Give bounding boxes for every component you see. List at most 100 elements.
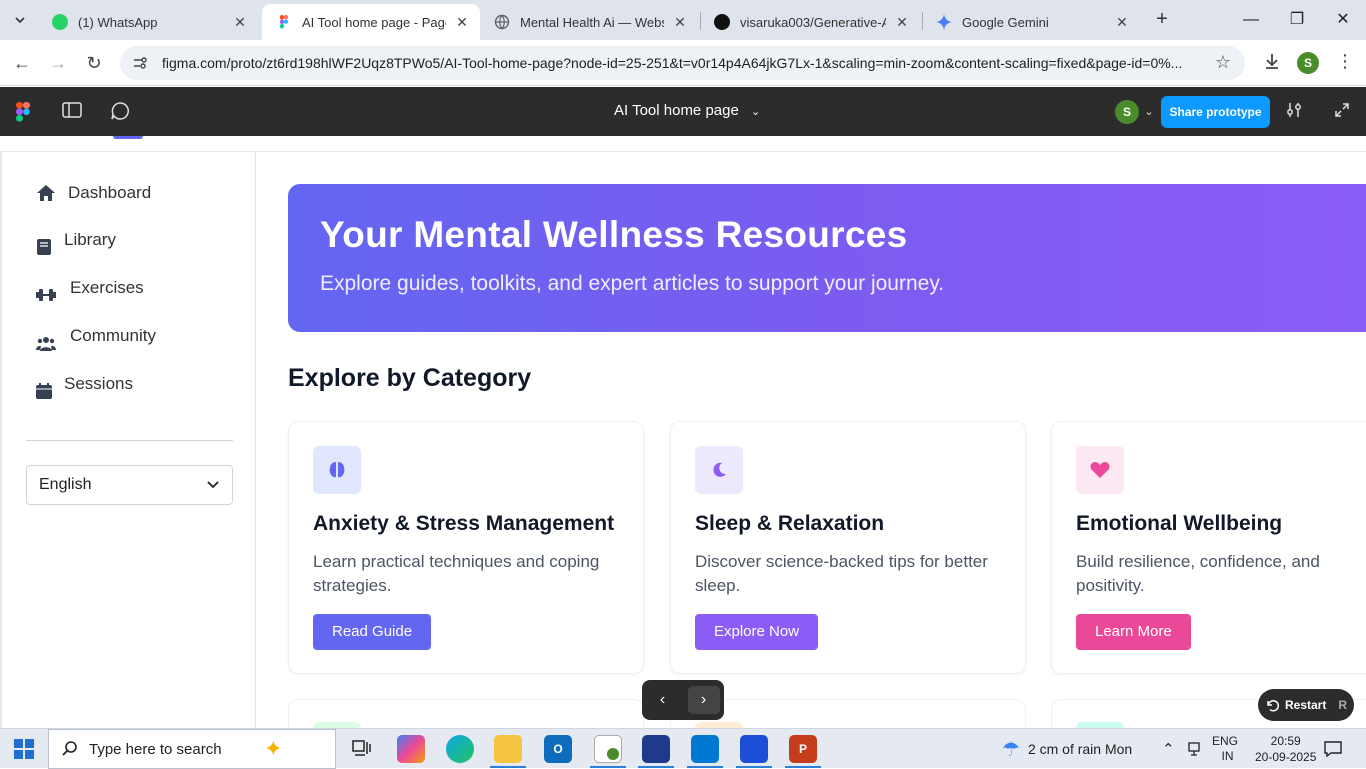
card-description: Build resilience, confidence, and positi… <box>1076 552 1320 595</box>
previous-frame-button[interactable]: ‹ <box>647 686 679 714</box>
restart-button[interactable]: Restart R <box>1258 689 1354 721</box>
download-icon[interactable] <box>1262 51 1282 76</box>
powerpoint-icon[interactable]: P <box>789 735 817 763</box>
sidebar-item-library[interactable]: Library <box>36 223 116 257</box>
sidebar-item-sessions[interactable]: Sessions <box>36 367 133 401</box>
sidebar-item-dashboard[interactable]: Dashboard <box>36 183 151 203</box>
category-card-anxiety: Anxiety & Stress Management Learn practi… <box>288 421 644 674</box>
prototype-canvas: Dashboard Library Exercises Community Se… <box>0 136 1366 728</box>
gemini-icon <box>936 14 952 30</box>
users-icon <box>36 333 56 353</box>
file-explorer-icon[interactable] <box>494 735 522 763</box>
figma-toolbar: AI Tool home page ⌄ S ⌄ Share prototype <box>0 87 1366 136</box>
close-icon[interactable]: ✕ <box>454 14 470 31</box>
fullscreen-icon[interactable] <box>1331 101 1353 123</box>
restore-button[interactable]: ❐ <box>1274 6 1320 34</box>
address-bar-row: ← → ↻ figma.com/proto/zt6rd198hlWF2Uqz8T… <box>0 40 1366 86</box>
input-language[interactable]: ENG IN <box>1212 729 1238 769</box>
browser-tab-figma[interactable]: AI Tool home page - Page 1 ✕ <box>262 4 480 40</box>
read-guide-button[interactable]: Read Guide <box>313 614 432 650</box>
search-highlight-icon: ✦ <box>264 736 283 761</box>
sidebar-item-label: Sessions <box>64 374 133 393</box>
remote-desktop-icon[interactable] <box>691 735 719 763</box>
chevron-down-icon <box>207 481 219 489</box>
windows-start-icon[interactable] <box>14 739 34 759</box>
notification-icon[interactable] <box>1324 729 1342 769</box>
sidebar-item-community[interactable]: Community <box>36 319 156 353</box>
next-frame-button[interactable]: › <box>687 686 720 714</box>
language-select-value: English <box>39 476 92 493</box>
task-view-icon[interactable] <box>348 735 376 763</box>
whatsapp-icon <box>52 14 68 30</box>
sidebar-item-exercises[interactable]: Exercises <box>36 271 144 305</box>
site-settings-icon[interactable] <box>132 55 148 71</box>
search-placeholder: Type here to search <box>89 740 222 758</box>
explore-now-button[interactable]: Explore Now <box>695 614 819 650</box>
profile-avatar[interactable]: S <box>1297 52 1319 74</box>
sidebar-item-label: Library <box>64 230 116 249</box>
language-select[interactable]: English <box>26 465 233 505</box>
search-icon <box>62 741 77 756</box>
book-icon <box>36 237 52 257</box>
tab-title: visaruka003/Generative-AI-f <box>740 14 886 30</box>
window-close-button[interactable]: ✕ <box>1320 6 1366 34</box>
category-card-sleep: Sleep & Relaxation Discover science-back… <box>670 421 1026 674</box>
calendar-icon <box>36 381 52 401</box>
clock[interactable]: 20:59 20-09-2025 <box>1255 729 1316 769</box>
minimize-button[interactable]: — <box>1228 6 1274 34</box>
browser-tab-github[interactable]: visaruka003/Generative-AI-f ✕ <box>700 4 920 40</box>
hp-app-icon[interactable] <box>642 735 670 763</box>
user-avatar[interactable]: S <box>1115 100 1139 124</box>
outlook-icon[interactable]: O <box>544 735 572 763</box>
card-description: Discover science-backed tips for better … <box>695 552 988 595</box>
browser-menu-icon[interactable]: ⋮ <box>1336 51 1354 72</box>
show-hidden-icons-chevron[interactable]: ⌃ <box>1162 729 1175 769</box>
prototype-title-dropdown[interactable]: AI Tool home page ⌄ <box>614 102 760 119</box>
new-tab-button[interactable]: + <box>1150 8 1174 32</box>
learn-more-button[interactable]: Learn More <box>1076 614 1191 650</box>
windows-taskbar: Type here to search ✦ O P ☂ 2 cm of rain… <box>0 728 1366 769</box>
prototype-title: AI Tool home page <box>614 102 739 119</box>
close-icon[interactable]: ✕ <box>232 14 248 31</box>
weather-widget[interactable]: ☂ 2 cm of rain Mon <box>1002 729 1132 769</box>
sidebar-toggle-icon[interactable] <box>61 101 83 123</box>
comment-icon[interactable] <box>109 101 131 123</box>
browser-tab-strip: (1) WhatsApp ✕ AI Tool home page - Page … <box>0 0 1366 40</box>
heart-icon <box>1076 446 1124 494</box>
tab-search-chevron-icon[interactable] <box>8 8 32 32</box>
taskbar-search-box[interactable]: Type here to search ✦ <box>48 729 336 769</box>
clock-time: 20:59 <box>1270 734 1301 748</box>
chevron-down-icon[interactable]: ⌄ <box>1138 101 1160 123</box>
restart-shortcut: R <box>1338 698 1348 712</box>
prototype-pager: ‹ › <box>642 680 724 720</box>
moon-icon <box>695 446 743 494</box>
figma-logo-icon[interactable] <box>16 102 30 122</box>
sidebar-item-label: Dashboard <box>68 183 152 202</box>
category-card-partial <box>288 699 644 728</box>
forward-button[interactable]: → <box>46 51 70 75</box>
hero-title: Your Mental Wellness Resources <box>320 214 908 255</box>
browser-tab-mental-health[interactable]: Mental Health Ai — Website ✕ <box>480 4 698 40</box>
close-icon[interactable]: ✕ <box>1114 14 1130 31</box>
back-button[interactable]: ← <box>10 51 34 75</box>
bookmark-star-icon[interactable]: ☆ <box>1215 52 1231 73</box>
copilot-icon[interactable] <box>397 735 425 763</box>
tab-title: (1) WhatsApp <box>78 14 158 30</box>
language-code: ENG <box>1212 734 1239 748</box>
network-icon[interactable] <box>1188 729 1202 769</box>
browser-tab-gemini[interactable]: Google Gemini ✕ <box>922 4 1140 40</box>
share-prototype-button[interactable]: Share prototype <box>1161 96 1270 128</box>
store-icon[interactable] <box>740 735 768 763</box>
close-icon[interactable]: ✕ <box>894 14 910 31</box>
omnibox[interactable]: figma.com/proto/zt6rd198hlWF2Uqz8TPWo5/A… <box>120 46 1245 80</box>
reload-button[interactable]: ↻ <box>82 51 106 75</box>
chrome-profile-app-icon[interactable] <box>594 735 622 763</box>
browser-tab-whatsapp[interactable]: (1) WhatsApp ✕ <box>38 4 258 40</box>
close-icon[interactable]: ✕ <box>672 14 688 31</box>
url-text[interactable]: figma.com/proto/zt6rd198hlWF2Uqz8TPWo5/A… <box>162 55 1202 71</box>
tab-title: Google Gemini <box>962 14 1049 30</box>
edge-icon[interactable] <box>446 735 474 763</box>
figma-icon <box>280 15 288 29</box>
settings-sliders-icon[interactable] <box>1283 101 1305 123</box>
tab-title: Mental Health Ai — Website <box>520 14 664 30</box>
